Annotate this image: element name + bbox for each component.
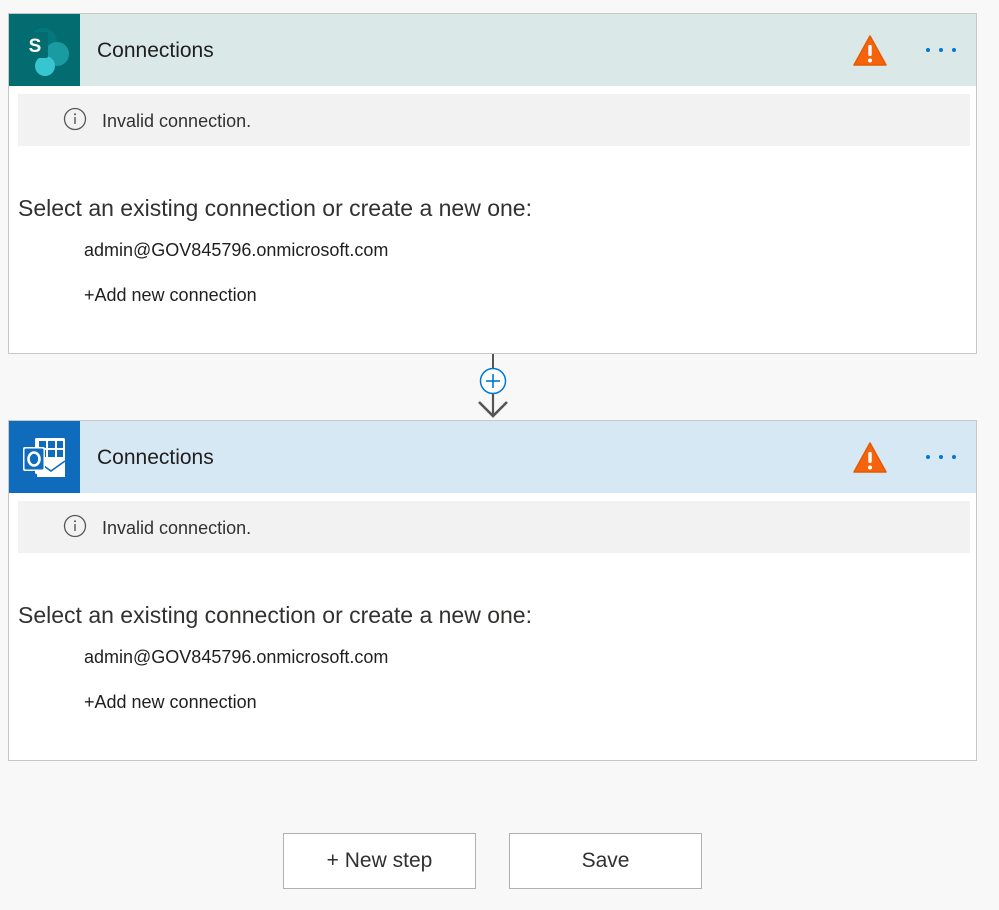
sharepoint-icon: S [9, 14, 80, 86]
card-title: Connections [97, 39, 214, 62]
existing-connection-option[interactable]: admin@GOV845796.onmicrosoft.com [84, 647, 388, 668]
warning-icon [852, 441, 888, 475]
invalid-connection-banner: Invalid connection. [18, 501, 970, 553]
ellipsis-icon[interactable] [921, 449, 961, 465]
ellipsis-icon[interactable] [921, 42, 961, 58]
connector-line [492, 354, 494, 368]
card-header[interactable]: S Connections [9, 14, 976, 86]
connection-prompt: Select an existing connection or create … [18, 602, 532, 628]
info-icon [63, 107, 87, 131]
existing-connection-option[interactable]: admin@GOV845796.onmicrosoft.com [84, 240, 388, 261]
info-message: Invalid connection. [102, 111, 252, 131]
outlook-connections-card: Connections Invalid connection. Select a… [8, 420, 977, 761]
sharepoint-connections-card: S Connections Invalid connection. Select… [8, 13, 977, 354]
invalid-connection-banner: Invalid connection. [18, 94, 970, 146]
card-header[interactable]: Connections [9, 421, 976, 493]
svg-text:S: S [29, 36, 42, 57]
outlook-icon [9, 421, 80, 493]
warning-icon [852, 34, 888, 68]
info-message: Invalid connection. [102, 518, 252, 538]
info-icon [63, 514, 87, 538]
add-new-connection-link[interactable]: +Add new connection [84, 285, 257, 306]
card-title: Connections [97, 446, 214, 469]
connection-prompt: Select an existing connection or create … [18, 195, 532, 221]
plus-circle-icon[interactable] [479, 367, 507, 395]
save-button[interactable]: Save [509, 833, 702, 889]
add-new-connection-link[interactable]: +Add new connection [84, 692, 257, 713]
new-step-button[interactable]: + New step [283, 833, 476, 889]
arrow-down-icon [476, 394, 510, 420]
